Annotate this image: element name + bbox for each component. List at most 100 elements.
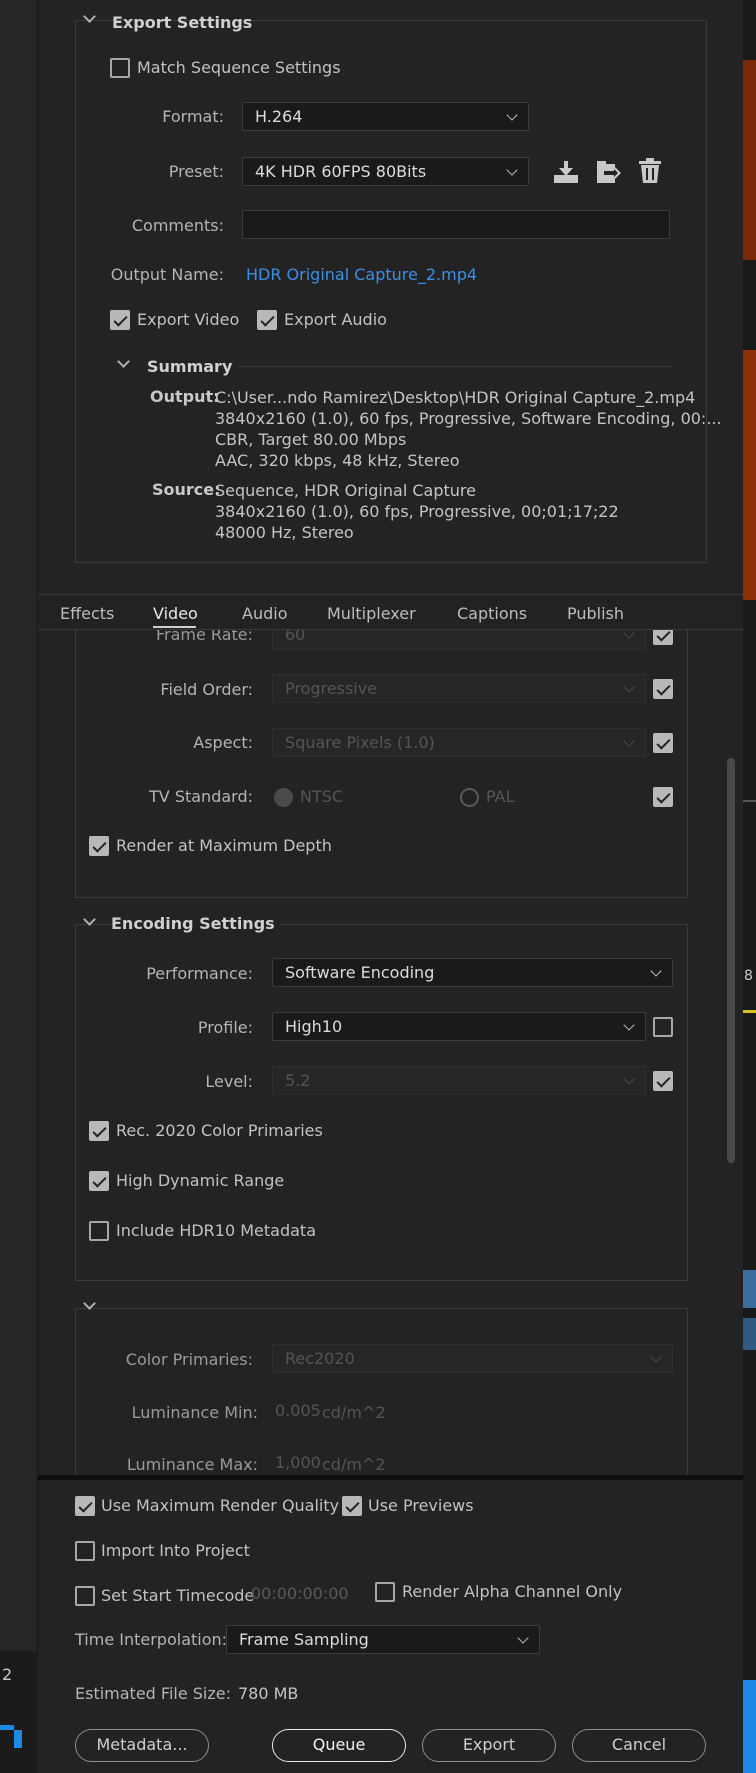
pal-label: PAL xyxy=(486,787,515,806)
export-settings-title: Export Settings xyxy=(112,13,253,32)
summary-output-line-2: 3840x2160 (1.0), 60 fps, Progressive, So… xyxy=(215,409,722,428)
performance-value: Software Encoding xyxy=(285,963,435,982)
tv-standard-label: TV Standard: xyxy=(149,787,253,806)
preset-label: Preset: xyxy=(168,162,224,181)
export-audio-checkbox[interactable] xyxy=(257,310,277,330)
tab-video[interactable]: Video xyxy=(153,604,198,623)
performance-label: Performance: xyxy=(146,964,253,983)
export-settings-window: 2 8 Export Settings Match Sequence Setti… xyxy=(0,0,756,1773)
save-preset-icon[interactable] xyxy=(553,160,579,184)
tab-multiplexer[interactable]: Multiplexer xyxy=(327,604,416,623)
luminance-min-value[interactable]: 0.005 xyxy=(275,1401,321,1420)
summary-source-line-3: 48000 Hz, Stereo xyxy=(215,523,354,542)
level-label: Level: xyxy=(205,1072,253,1091)
chevron-down-icon xyxy=(506,109,518,121)
right-clip-2 xyxy=(743,1318,756,1350)
rec2020-checkbox[interactable] xyxy=(89,1121,109,1141)
max-render-quality-label: Use Maximum Render Quality xyxy=(101,1496,340,1515)
tab-bar: Effects Video Audio Multiplexer Captions… xyxy=(38,594,743,630)
color-primaries-dropdown[interactable]: Rec2020 xyxy=(272,1344,673,1373)
format-value: H.264 xyxy=(255,107,303,126)
preset-dropdown[interactable]: 4K HDR 60FPS 80Bits xyxy=(242,157,529,186)
hdr-checkbox[interactable] xyxy=(89,1171,109,1191)
chevron-down-icon xyxy=(623,1019,635,1031)
luminance-max-label: Luminance Max: xyxy=(126,1455,258,1474)
right-clip-3 xyxy=(743,1680,756,1773)
profile-dropdown[interactable]: High10 xyxy=(272,1012,646,1041)
format-dropdown[interactable]: H.264 xyxy=(242,102,529,131)
encoding-settings-title: Encoding Settings xyxy=(111,914,281,933)
pal-radio[interactable] xyxy=(460,788,479,807)
right-edge-line xyxy=(743,800,756,802)
use-previews-label: Use Previews xyxy=(368,1496,474,1515)
left-edge-digit: 2 xyxy=(2,1665,13,1684)
chevron-down-icon xyxy=(650,965,662,977)
performance-dropdown[interactable]: Software Encoding xyxy=(272,958,673,987)
render-alpha-checkbox[interactable] xyxy=(375,1582,395,1602)
luminance-max-value[interactable]: 1,000 xyxy=(275,1453,321,1472)
time-interpolation-dropdown[interactable]: Frame Sampling xyxy=(226,1625,540,1654)
chevron-down-icon xyxy=(623,681,635,693)
right-preview-thumb-1 xyxy=(743,60,756,260)
comments-input[interactable] xyxy=(242,210,670,239)
preset-value: 4K HDR 60FPS 80Bits xyxy=(255,162,427,181)
aspect-value: Square Pixels (1.0) xyxy=(285,733,435,752)
aspect-dropdown[interactable]: Square Pixels (1.0) xyxy=(272,728,646,757)
tv-standard-match-checkbox[interactable] xyxy=(653,787,673,807)
field-order-dropdown[interactable]: Progressive xyxy=(272,674,646,703)
use-previews-checkbox[interactable] xyxy=(342,1496,362,1516)
right-edge-playhead xyxy=(743,1010,756,1013)
level-value: 5.2 xyxy=(285,1071,311,1090)
right-edge-digit: 8 xyxy=(744,968,753,984)
export-button[interactable]: Export xyxy=(422,1729,556,1762)
ntsc-radio[interactable] xyxy=(274,788,293,807)
hdr10-metadata-checkbox[interactable] xyxy=(89,1221,109,1241)
chevron-down-icon xyxy=(650,1351,662,1363)
render-max-depth-checkbox[interactable] xyxy=(89,836,109,856)
import-into-project-checkbox[interactable] xyxy=(75,1541,95,1561)
tab-effects[interactable]: Effects xyxy=(60,604,114,623)
max-render-quality-checkbox[interactable] xyxy=(75,1496,95,1516)
aspect-match-checkbox[interactable] xyxy=(653,733,673,753)
rec2020-label: Rec. 2020 Color Primaries xyxy=(116,1121,323,1140)
comments-label: Comments: xyxy=(131,216,224,235)
profile-label: Profile: xyxy=(197,1018,253,1037)
field-order-match-checkbox[interactable] xyxy=(653,679,673,699)
output-name-link[interactable]: HDR Original Capture_2.mp4 xyxy=(246,265,477,284)
hdr-label: High Dynamic Range xyxy=(116,1171,285,1190)
delete-preset-icon[interactable] xyxy=(638,158,662,184)
start-timecode-value[interactable]: 00:00:00:00 xyxy=(251,1584,349,1603)
format-label: Format: xyxy=(162,107,224,126)
luminance-max-unit: cd/m^2 xyxy=(322,1455,386,1474)
summary-source-line-2: 3840x2160 (1.0), 60 fps, Progressive, 00… xyxy=(215,502,619,521)
summary-source-lines: Sequence, HDR Original Capture 3840x2160… xyxy=(215,480,619,543)
aspect-label: Aspect: xyxy=(193,733,253,752)
tab-publish[interactable]: Publish xyxy=(567,604,624,623)
render-max-depth-label: Render at Maximum Depth xyxy=(116,836,332,855)
summary-output-line-1: C:\User...ndo Ramirez\Desktop\HDR Origin… xyxy=(215,388,696,407)
cancel-button[interactable]: Cancel xyxy=(572,1729,706,1762)
set-start-timecode-checkbox[interactable] xyxy=(75,1586,95,1606)
match-sequence-checkbox[interactable] xyxy=(110,58,130,78)
vertical-scrollbar-thumb[interactable] xyxy=(727,758,735,1163)
chevron-down-icon xyxy=(623,1073,635,1085)
estimated-size-value: 780 MB xyxy=(238,1684,299,1703)
match-sequence-label: Match Sequence Settings xyxy=(137,58,341,77)
color-primaries-label: Color Primaries: xyxy=(125,1350,253,1369)
output-name-label: Output Name: xyxy=(110,265,224,284)
hdr10-metadata-box xyxy=(75,1308,688,1478)
estimated-size-label: Estimated File Size: xyxy=(75,1684,232,1703)
summary-output-line-4: AAC, 320 kbps, 48 kHz, Stereo xyxy=(215,451,460,470)
import-preset-icon[interactable] xyxy=(596,160,622,184)
summary-title: Summary xyxy=(147,357,233,376)
field-order-label: Field Order: xyxy=(160,680,253,699)
level-dropdown[interactable]: 5.2 xyxy=(272,1066,646,1095)
queue-button[interactable]: Queue xyxy=(272,1729,406,1762)
level-match-checkbox[interactable] xyxy=(653,1071,673,1091)
export-video-checkbox[interactable] xyxy=(110,310,130,330)
tab-audio[interactable]: Audio xyxy=(242,604,287,623)
profile-match-checkbox[interactable] xyxy=(653,1017,673,1037)
active-tab-indicator xyxy=(153,626,196,628)
metadata-button[interactable]: Metadata... xyxy=(75,1729,209,1762)
tab-captions[interactable]: Captions xyxy=(457,604,527,623)
